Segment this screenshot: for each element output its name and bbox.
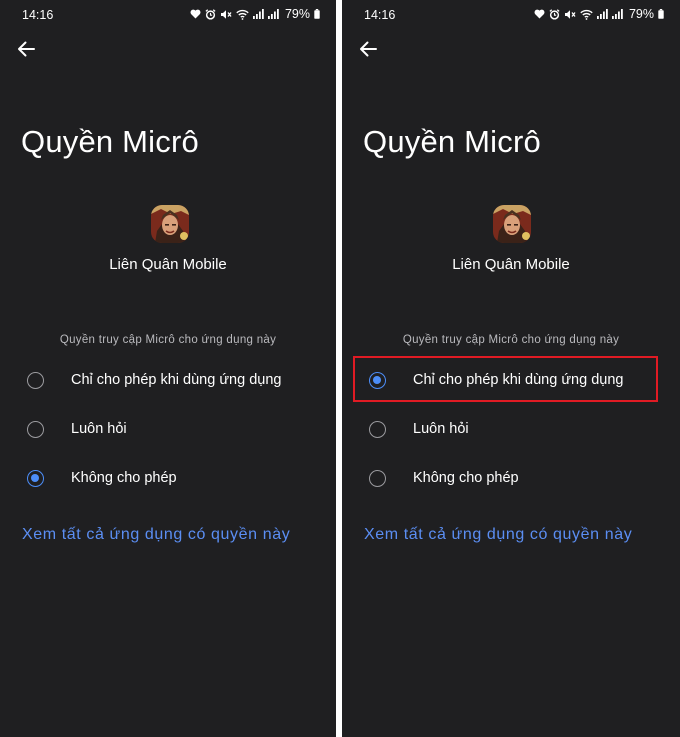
mute-icon bbox=[564, 9, 576, 19]
option-label: Luôn hỏi bbox=[71, 421, 127, 437]
alarm-icon bbox=[205, 8, 216, 20]
option-ask-every-time[interactable]: Luôn hỏi bbox=[0, 409, 336, 449]
status-time: 14:16 bbox=[364, 8, 396, 22]
status-time: 14:16 bbox=[22, 8, 54, 22]
radio-button[interactable] bbox=[27, 421, 44, 438]
radio-button[interactable] bbox=[369, 470, 386, 487]
page-title: Quyền Micrô bbox=[21, 124, 199, 159]
section-label: Quyền truy cập Micrô cho ứng dụng này bbox=[402, 334, 620, 346]
wifi-icon bbox=[236, 9, 249, 20]
status-bar: 14:16 79% bbox=[0, 0, 336, 30]
status-icons: 79% bbox=[190, 7, 320, 21]
radio-button-selected[interactable] bbox=[27, 470, 44, 487]
signal-icon bbox=[252, 9, 264, 19]
option-allow-while-using[interactable]: Chỉ cho phép khi dùng ứng dụng bbox=[342, 360, 680, 400]
section-label: Quyền truy cập Micrô cho ứng dụng này bbox=[59, 334, 277, 346]
app-name: Liên Quân Mobile bbox=[452, 256, 570, 273]
option-label: Không cho phép bbox=[413, 470, 519, 486]
option-label: Chỉ cho phép khi dùng ứng dụng bbox=[413, 372, 624, 388]
battery-percentage: 79% bbox=[628, 7, 654, 21]
status-bar: 14:16 79% bbox=[342, 0, 680, 30]
battery-percentage: 79% bbox=[284, 7, 310, 21]
app-icon bbox=[151, 205, 189, 243]
alarm-icon bbox=[549, 8, 560, 20]
page-title: Quyền Micrô bbox=[363, 124, 541, 159]
option-deny[interactable]: Không cho phép bbox=[0, 458, 336, 498]
option-label: Chỉ cho phép khi dùng ứng dụng bbox=[71, 372, 282, 388]
screen-right: 14:16 79% Quyền Micrô Liên Quân Mobile Q… bbox=[342, 0, 680, 737]
heart-icon bbox=[190, 9, 201, 19]
option-label: Không cho phép bbox=[71, 470, 177, 486]
signal-icon bbox=[611, 9, 623, 19]
back-arrow-icon[interactable] bbox=[14, 37, 38, 61]
app-name: Liên Quân Mobile bbox=[109, 256, 227, 273]
see-all-apps-link[interactable]: Xem tất cả ứng dụng có quyền này bbox=[364, 526, 632, 544]
option-label: Luôn hỏi bbox=[413, 421, 469, 437]
radio-button-selected[interactable] bbox=[369, 372, 386, 389]
signal-icon bbox=[267, 9, 279, 19]
option-allow-while-using[interactable]: Chỉ cho phép khi dùng ứng dụng bbox=[0, 360, 336, 400]
back-arrow-icon[interactable] bbox=[356, 37, 380, 61]
see-all-apps-link[interactable]: Xem tất cả ứng dụng có quyền này bbox=[22, 526, 290, 544]
signal-icon bbox=[596, 9, 608, 19]
option-deny[interactable]: Không cho phép bbox=[342, 458, 680, 498]
heart-icon bbox=[534, 9, 545, 19]
app-icon bbox=[493, 205, 531, 243]
mute-icon bbox=[220, 9, 232, 19]
wifi-icon bbox=[580, 9, 593, 20]
battery-icon bbox=[314, 9, 320, 19]
radio-button[interactable] bbox=[369, 421, 386, 438]
option-ask-every-time[interactable]: Luôn hỏi bbox=[342, 409, 680, 449]
radio-button[interactable] bbox=[27, 372, 44, 389]
battery-icon bbox=[658, 9, 664, 19]
status-icons: 79% bbox=[534, 7, 664, 21]
screen-left: 14:16 79% Quyền Micrô Liên Quân Mobile Q… bbox=[0, 0, 336, 737]
